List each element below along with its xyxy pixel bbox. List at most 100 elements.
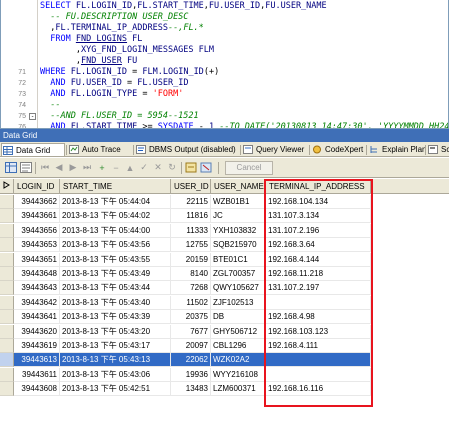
first-record-icon[interactable]: ⏮ (38, 161, 52, 174)
cell-user-name[interactable]: WZK02A2 (211, 353, 266, 368)
cell-login-id[interactable]: 39443651 (14, 252, 60, 267)
cell-start-time[interactable]: 2013-8-13 下午 05:43:56 (60, 238, 171, 253)
tab-explain-plan[interactable]: Explain Plan (368, 143, 426, 156)
insert-record-icon[interactable]: + (95, 161, 109, 174)
row-indicator[interactable] (0, 267, 14, 281)
tab-script-output[interactable]: Script Output (427, 143, 449, 156)
cell-start-time[interactable]: 2013-8-13 下午 05:44:00 (60, 223, 171, 238)
tab-data-grid[interactable]: Data Grid (1, 143, 65, 156)
cell-user-id[interactable]: 11333 (171, 223, 211, 238)
cell-user-name[interactable]: YXH103832 (211, 223, 266, 238)
cell-user-name[interactable]: CBL1296 (211, 339, 266, 353)
cell-login-id[interactable]: 39443642 (14, 295, 60, 310)
cell-login-id[interactable]: 39443643 (14, 281, 60, 296)
cell-login-id[interactable]: 39443662 (14, 195, 60, 209)
cancel-button[interactable]: Cancel (225, 161, 273, 175)
edit-record-icon[interactable]: ▲ (123, 161, 137, 174)
last-record-icon[interactable]: ⏭ (80, 161, 94, 174)
row-indicator[interactable] (0, 339, 14, 353)
column-header-login-id[interactable]: LOGIN_ID (14, 179, 60, 194)
cell-user-id[interactable]: 13483 (171, 382, 211, 397)
cell-user-name[interactable]: ZJF102513 (211, 295, 266, 310)
cell-user-id[interactable]: 19936 (171, 367, 211, 382)
cell-start-time[interactable]: 2013-8-13 下午 05:43:13 (60, 353, 171, 368)
cell-user-id[interactable]: 7677 (171, 324, 211, 339)
cell-user-id[interactable]: 20159 (171, 252, 211, 267)
delete-record-icon[interactable]: − (109, 161, 123, 174)
row-indicator[interactable] (0, 353, 14, 368)
cell-start-time[interactable]: 2013-8-13 下午 05:43:49 (60, 267, 171, 281)
cell-login-id[interactable]: 39443620 (14, 324, 60, 339)
previous-record-icon[interactable]: ◀ (52, 161, 66, 174)
column-header-user-id[interactable]: USER_ID (171, 179, 211, 194)
grid-view-icon[interactable] (4, 161, 18, 174)
cell-start-time[interactable]: 2013-8-13 下午 05:43:17 (60, 339, 171, 353)
cell-user-id[interactable]: 22062 (171, 353, 211, 368)
commit-icon[interactable] (184, 161, 198, 174)
row-indicator[interactable] (0, 367, 14, 382)
cell-user-id[interactable]: 20375 (171, 310, 211, 325)
row-indicator[interactable] (0, 310, 14, 325)
cell-user-name[interactable]: QWY105627 (211, 281, 266, 296)
row-indicator[interactable] (0, 382, 14, 397)
results-grid[interactable]: LOGIN_ID START_TIME USER_ID USER_NAME TE… (0, 179, 449, 421)
row-indicator[interactable] (0, 209, 14, 224)
cell-user-id[interactable]: 11816 (171, 209, 211, 224)
cell-start-time[interactable]: 2013-8-13 下午 05:43:44 (60, 281, 171, 296)
sql-editor[interactable]: SELECT FL.LOGIN_ID,FL.START_TIME,FU.USER… (0, 0, 449, 129)
tab-codexpert[interactable]: CodeXpert (311, 143, 365, 156)
cell-user-name[interactable]: BTE01C1 (211, 252, 266, 267)
cell-user-name[interactable]: JC (211, 209, 266, 224)
cell-user-id[interactable]: 12755 (171, 238, 211, 253)
cell-user-id[interactable]: 8140 (171, 267, 211, 281)
cell-login-id[interactable]: 39443608 (14, 382, 60, 397)
refresh-icon[interactable]: ↻ (165, 161, 179, 174)
cell-user-id[interactable]: 22115 (171, 195, 211, 209)
cell-start-time[interactable]: 2013-8-13 下午 05:44:02 (60, 209, 171, 224)
cell-user-id[interactable]: 11502 (171, 295, 211, 310)
cell-login-id[interactable]: 39443656 (14, 223, 60, 238)
cell-start-time[interactable]: 2013-8-13 下午 05:43:06 (60, 367, 171, 382)
cell-user-name[interactable]: LZM600371 (211, 382, 266, 397)
fold-toggle-icon[interactable]: - (29, 113, 36, 120)
row-indicator[interactable] (0, 281, 14, 296)
cell-login-id[interactable]: 39443611 (14, 367, 60, 382)
cell-user-id[interactable]: 20097 (171, 339, 211, 353)
cell-user-name[interactable]: SQB215970 (211, 238, 266, 253)
cell-user-name[interactable]: WYY216108 (211, 367, 266, 382)
cell-start-time[interactable]: 2013-8-13 下午 05:43:55 (60, 252, 171, 267)
cell-login-id[interactable]: 39443648 (14, 267, 60, 281)
cell-login-id[interactable]: 39443619 (14, 339, 60, 353)
cell-login-id[interactable]: 39443661 (14, 209, 60, 224)
next-record-icon[interactable]: ▶ (66, 161, 80, 174)
form-view-icon[interactable] (19, 161, 33, 174)
row-indicator[interactable] (0, 223, 14, 238)
cell-user-name[interactable]: GHY506712 (211, 324, 266, 339)
cell-user-name[interactable]: WZB01B1 (211, 195, 266, 209)
cell-login-id[interactable]: 39443613 (14, 353, 60, 368)
cell-user-name[interactable]: DB (211, 310, 266, 325)
header-select-indicator[interactable] (0, 179, 14, 194)
cell-start-time[interactable]: 2013-8-13 下午 05:42:51 (60, 382, 171, 397)
cell-start-time[interactable]: 2013-8-13 下午 05:43:40 (60, 295, 171, 310)
cell-start-time[interactable]: 2013-8-13 下午 05:44:04 (60, 195, 171, 209)
cell-login-id[interactable]: 39443641 (14, 310, 60, 325)
tab-dbms-output[interactable]: DBMS Output (disabled) (135, 143, 239, 156)
tab-auto-trace[interactable]: Auto Trace (68, 143, 132, 156)
row-indicator[interactable] (0, 324, 14, 339)
cell-start-time[interactable]: 2013-8-13 下午 05:43:20 (60, 324, 171, 339)
cell-user-id[interactable]: 7268 (171, 281, 211, 296)
row-indicator[interactable] (0, 195, 14, 209)
cell-start-time[interactable]: 2013-8-13 下午 05:43:39 (60, 310, 171, 325)
row-indicator[interactable] (0, 252, 14, 267)
cancel-edit-icon[interactable]: ✕ (151, 161, 165, 174)
cell-login-id[interactable]: 39443653 (14, 238, 60, 253)
column-header-start-time[interactable]: START_TIME (60, 179, 171, 194)
rollback-icon[interactable] (199, 161, 213, 174)
row-indicator[interactable] (0, 295, 14, 310)
row-indicator[interactable] (0, 238, 14, 253)
column-header-user-name[interactable]: USER_NAME (211, 179, 266, 194)
cell-user-name[interactable]: ZGL700357 (211, 267, 266, 281)
tab-query-viewer[interactable]: Query Viewer (242, 143, 308, 156)
post-edit-icon[interactable]: ✓ (137, 161, 151, 174)
